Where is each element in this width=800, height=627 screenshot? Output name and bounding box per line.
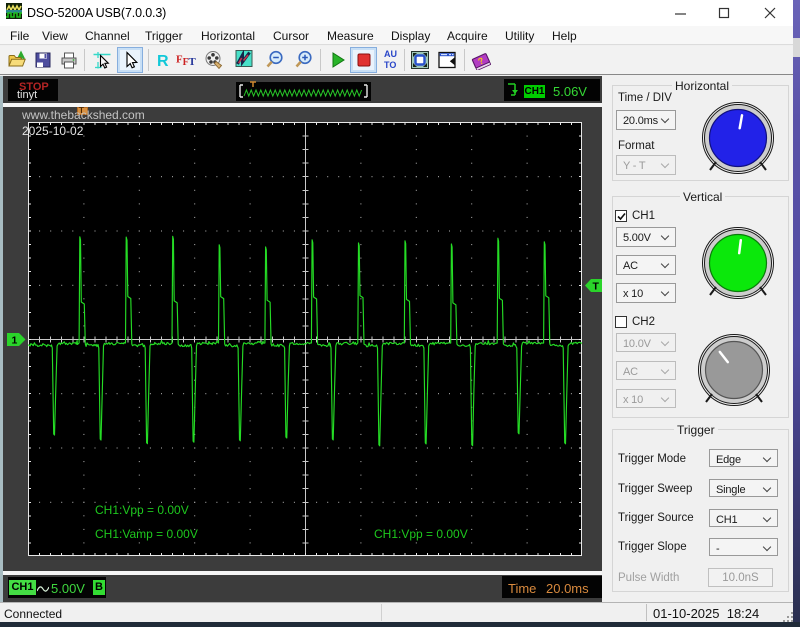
svg-text:T: T — [593, 281, 600, 293]
svg-text:R: R — [157, 53, 169, 70]
svg-text:T: T — [189, 56, 197, 68]
svg-text:1: 1 — [12, 335, 18, 347]
